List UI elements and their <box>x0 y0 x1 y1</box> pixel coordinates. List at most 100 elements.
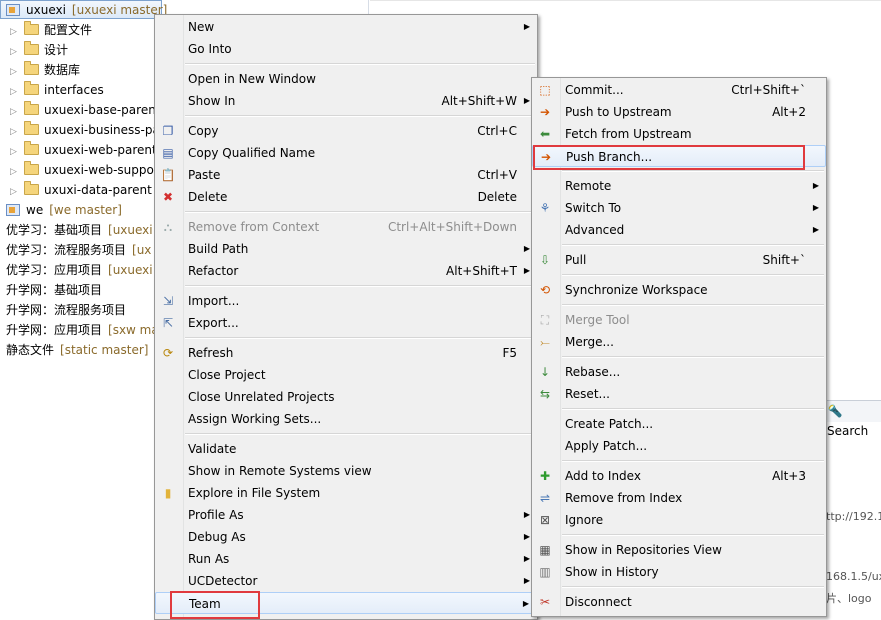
menu-item-import[interactable]: ⇲ Import... <box>155 290 537 312</box>
tree-item[interactable]: ▷ 设计 <box>10 40 68 60</box>
fetch-upstream-icon: ⬅ <box>539 127 551 141</box>
tree-item[interactable]: 优学习：流程服务项目 [ux <box>6 240 151 260</box>
expand-twistie-icon[interactable]: ▷ <box>10 122 18 142</box>
menu-item-ucdetector[interactable]: UCDetector ▶ <box>155 570 537 592</box>
menu-item-show-in-remote-systems-view[interactable]: Show in Remote Systems view <box>155 460 537 482</box>
menu-item-remove-from-index[interactable]: ⇌ Remove from Index <box>532 487 826 509</box>
tree-item[interactable]: ▷ uxuexi-web-parent <box>10 140 157 160</box>
expand-twistie-icon[interactable]: ▷ <box>10 142 18 162</box>
menu-item-go-into[interactable]: Go Into <box>155 38 537 60</box>
menu-item-disconnect[interactable]: ✂ Disconnect <box>532 591 826 613</box>
menu-separator <box>562 408 824 410</box>
submenu-arrow-icon: ▶ <box>523 96 530 105</box>
menu-separator <box>562 274 824 276</box>
menu-separator <box>562 170 824 172</box>
synchronize-icon: ⟲ <box>539 283 551 297</box>
expand-twistie-icon[interactable]: ▷ <box>10 42 18 62</box>
menu-item-advanced[interactable]: Advanced ▶ <box>532 219 826 241</box>
commit-icon: ⬚ <box>539 83 551 97</box>
menu-item-profile-as[interactable]: Profile As ▶ <box>155 504 537 526</box>
tree-item-repo: [static master] <box>60 343 149 357</box>
menu-item-show-in[interactable]: Show In Alt+Shift+W ▶ <box>155 90 537 112</box>
expand-twistie-icon[interactable]: ▷ <box>10 82 18 102</box>
menu-item-reset[interactable]: ⇆ Reset... <box>532 383 826 405</box>
tree-item-repo: [sxw ma <box>108 323 159 337</box>
menu-separator <box>562 356 824 358</box>
menu-item-show-in-repositories-view[interactable]: ▦ Show in Repositories View <box>532 539 826 561</box>
folder-icon <box>24 141 39 155</box>
menu-item-label: Profile As <box>188 508 244 522</box>
expand-twistie-icon[interactable]: ▷ <box>10 22 18 42</box>
menu-item-validate[interactable]: Validate <box>155 438 537 460</box>
tree-item[interactable]: ▷ 数据库 <box>10 60 80 80</box>
menu-item-add-to-index[interactable]: ✚ Add to Index Alt+3 <box>532 465 826 487</box>
tree-item[interactable]: 静态文件 [static master] <box>6 340 148 360</box>
tree-item-label: uxuexi-web-support <box>44 163 164 177</box>
menu-separator <box>185 211 535 213</box>
push-upstream-icon: ➔ <box>539 105 551 119</box>
menu-item-assign-working-sets[interactable]: Assign Working Sets... <box>155 408 537 430</box>
menu-separator <box>562 534 824 536</box>
menu-item-copy[interactable]: ❐ Copy Ctrl+C <box>155 120 537 142</box>
menu-item-rebase[interactable]: ↓ Rebase... <box>532 361 826 383</box>
tree-item[interactable]: 升学网：应用项目 [sxw ma <box>6 320 159 340</box>
tree-item[interactable]: ▷ 配置文件 <box>10 20 92 40</box>
menu-item-open-in-new-window[interactable]: Open in New Window <box>155 68 537 90</box>
submenu-arrow-icon: ▶ <box>523 22 530 31</box>
menu-item-push-to-upstream[interactable]: ➔ Push to Upstream Alt+2 <box>532 101 826 123</box>
menu-item-apply-patch[interactable]: Apply Patch... <box>532 435 826 457</box>
import-icon: ⇲ <box>162 294 174 308</box>
menu-item-explore-in-file-system[interactable]: ▮ Explore in File System <box>155 482 537 504</box>
expand-twistie-icon[interactable]: ▷ <box>10 62 18 82</box>
menu-item-paste[interactable]: 📋 Paste Ctrl+V <box>155 164 537 186</box>
menu-item-copy-qualified-name[interactable]: ▤ Copy Qualified Name <box>155 142 537 164</box>
tree-item[interactable]: 升学网：基础项目 <box>6 280 102 300</box>
menu-item-ignore[interactable]: ⊠ Ignore <box>532 509 826 531</box>
menu-item-debug-as[interactable]: Debug As ▶ <box>155 526 537 548</box>
menu-item-label: Refresh <box>188 346 234 360</box>
tree-item[interactable]: uxuexi [uxuexi master] <box>6 0 167 20</box>
menu-item-accelerator: Ctrl+V <box>477 168 517 182</box>
menu-item-label: Copy Qualified Name <box>188 146 316 160</box>
menu-item-delete[interactable]: ✖ Delete Delete <box>155 186 537 208</box>
tree-item[interactable]: ▷ uxuxi-data-parent <box>10 180 152 200</box>
menu-item-fetch-from-upstream[interactable]: ⬅ Fetch from Upstream <box>532 123 826 145</box>
menu-item-create-patch[interactable]: Create Patch... <box>532 413 826 435</box>
menu-item-close-unrelated-projects[interactable]: Close Unrelated Projects <box>155 386 537 408</box>
menu-item-pull[interactable]: ⇩ Pull Shift+` <box>532 249 826 271</box>
menu-item-label: Add to Index <box>565 469 641 483</box>
menu-item-new[interactable]: New ▶ <box>155 16 537 38</box>
menu-item-refresh[interactable]: ⟳ Refresh F5 <box>155 342 537 364</box>
menu-item-show-in-history[interactable]: ▥ Show in History <box>532 561 826 583</box>
tree-item-repo: [ux <box>132 243 152 257</box>
menu-item-close-project[interactable]: Close Project <box>155 364 537 386</box>
menu-item-run-as[interactable]: Run As ▶ <box>155 548 537 570</box>
tree-item[interactable]: ▷ interfaces <box>10 80 104 100</box>
menu-item-label: Refactor <box>188 264 239 278</box>
tree-item[interactable]: 升学网：流程服务项目 <box>6 300 126 320</box>
folder-icon <box>24 21 39 35</box>
menu-item-merge[interactable]: ⤚ Merge... <box>532 331 826 353</box>
menu-item-accelerator: Ctrl+Alt+Shift+Down <box>387 220 517 234</box>
explore-icon: ▮ <box>164 486 172 500</box>
menu-item-synchronize-workspace[interactable]: ⟲ Synchronize Workspace <box>532 279 826 301</box>
menu-item-label: Remove from Index <box>565 491 683 505</box>
menu-item-refactor[interactable]: Refactor Alt+Shift+T ▶ <box>155 260 537 282</box>
tree-item[interactable]: we [we master] <box>6 200 122 220</box>
menu-item-switch-to[interactable]: ⚘ Switch To ▶ <box>532 197 826 219</box>
expand-twistie-icon[interactable]: ▷ <box>10 162 18 182</box>
menu-item-commit[interactable]: ⬚ Commit... Ctrl+Shift+` <box>532 79 826 101</box>
delete-icon: ✖ <box>162 190 174 204</box>
menu-item-label: Create Patch... <box>565 417 654 431</box>
menu-item-export[interactable]: ⇱ Export... <box>155 312 537 334</box>
expand-twistie-icon[interactable]: ▷ <box>10 182 18 202</box>
tree-item[interactable]: ▷ uxuexi-base-parent <box>10 100 161 120</box>
tree-item[interactable]: 优学习：应用项目 [uxuexi <box>6 260 153 280</box>
menu-item-build-path[interactable]: Build Path ▶ <box>155 238 537 260</box>
search-tab[interactable]: 🔦Search <box>826 400 881 438</box>
expand-twistie-icon[interactable]: ▷ <box>10 102 18 122</box>
tree-item[interactable]: ▷ uxuexi-web-support <box>10 160 163 180</box>
menu-item-remote[interactable]: Remote ▶ <box>532 175 826 197</box>
tree-item[interactable]: 优学习：基础项目 [uxuexi <box>6 220 153 240</box>
menu-item-label: Open in New Window <box>188 72 316 86</box>
